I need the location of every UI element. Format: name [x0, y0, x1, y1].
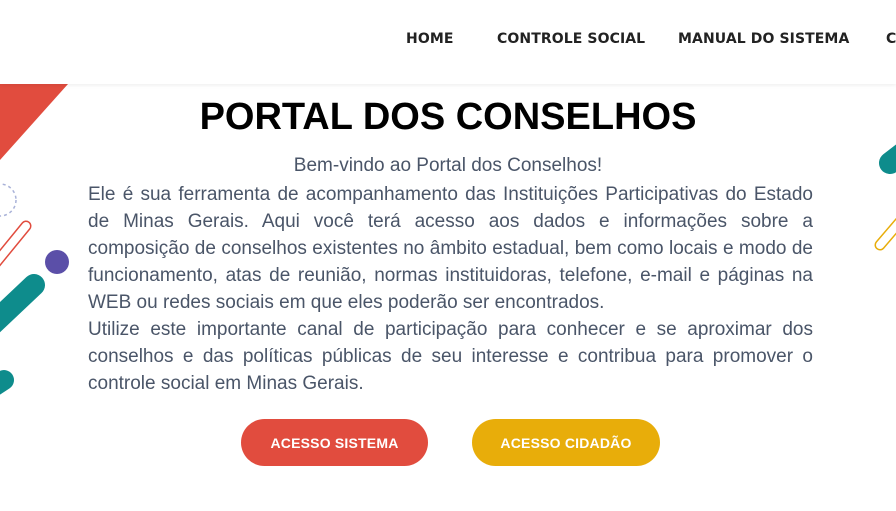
- acesso-cidadao-button[interactable]: ACESSO CIDADÃO: [472, 419, 660, 466]
- dashed-circle-shape: [0, 183, 17, 217]
- teal-stripe-small-shape: [0, 370, 14, 395]
- teal-stripe-shape: [0, 274, 45, 333]
- purple-dot-shape: [45, 250, 69, 274]
- top-navbar: HOME CONTROLE SOCIAL MANUAL DO SISTEMA C: [0, 0, 896, 84]
- call-to-action-paragraph: Utilize este importante canal de partici…: [88, 319, 813, 394]
- page-title: PORTAL DOS CONSELHOS: [199, 96, 697, 138]
- acesso-sistema-button[interactable]: ACESSO SISTEMA: [241, 419, 428, 466]
- welcome-text: Bem-vindo ao Portal dos Conselhos!: [293, 155, 603, 176]
- nav-home[interactable]: HOME: [406, 31, 454, 47]
- nav-item-truncated[interactable]: C: [886, 31, 896, 47]
- intro-paragraph: Ele é sua ferramenta de acompanhamento d…: [88, 184, 813, 313]
- nav-manual-do-sistema[interactable]: MANUAL DO SISTEMA: [678, 31, 849, 47]
- nav-controle-social[interactable]: CONTROLE SOCIAL: [497, 31, 645, 47]
